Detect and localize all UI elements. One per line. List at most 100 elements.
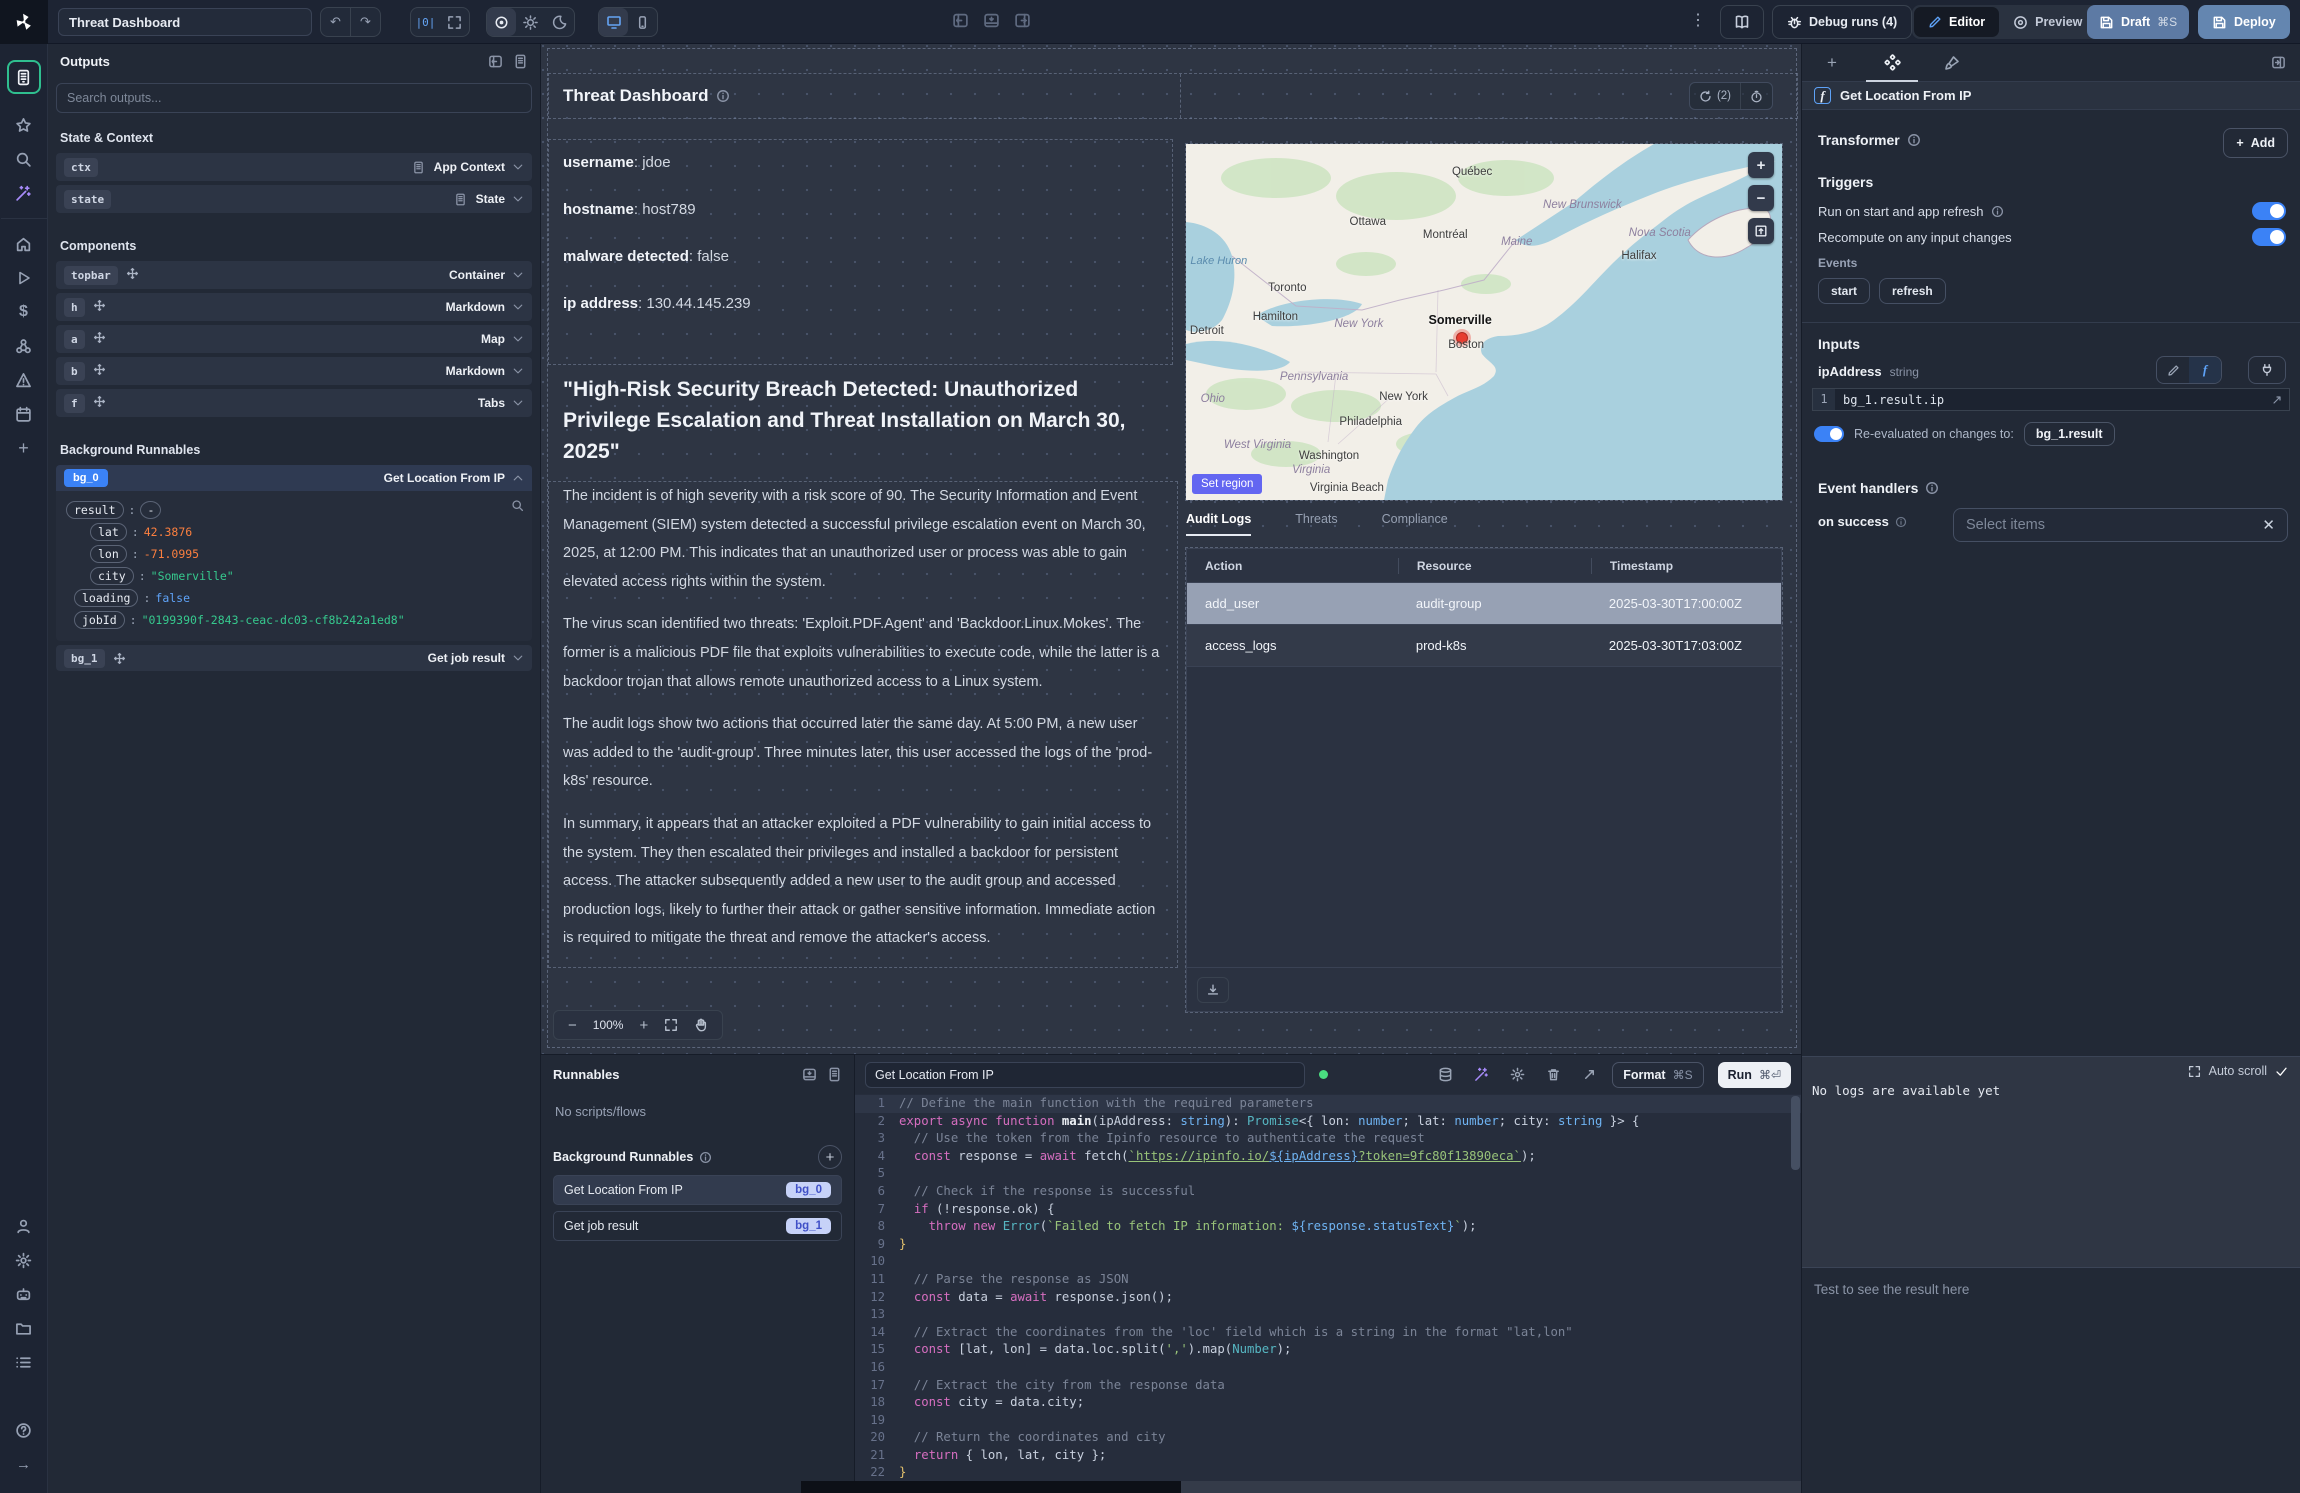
resources-icon[interactable] — [7, 329, 41, 363]
code-line-3[interactable]: 3 // Use the token from the Ipinfo resou… — [855, 1130, 1801, 1148]
collapse-node-button[interactable]: - — [140, 501, 161, 519]
runnable-item-bg_0[interactable]: Get Location From IPbg_0 — [553, 1175, 842, 1205]
pan-hand-icon[interactable] — [694, 1018, 708, 1032]
zoom-in-icon[interactable]: + — [639, 1017, 648, 1034]
draft-button[interactable]: Draft⌘S — [2087, 5, 2189, 39]
toggle-bottom-panel-icon[interactable] — [983, 12, 1000, 29]
list-icon[interactable] — [7, 1345, 41, 1379]
ai-gen-icon[interactable] — [1474, 1067, 1489, 1082]
bg1-output-row[interactable]: bg_1 Get job result — [56, 645, 532, 671]
runnable-name-input[interactable] — [865, 1062, 1305, 1088]
component-markdown-body[interactable]: The incident is of high severity with a … — [549, 482, 1177, 967]
code-line-13[interactable]: 13 — [855, 1306, 1801, 1324]
collapse-rail-icon[interactable]: → — [7, 1447, 41, 1481]
tab-preview[interactable]: Preview — [1999, 7, 2096, 37]
event-chip-start[interactable]: start — [1818, 278, 1870, 304]
calendar-icon[interactable] — [7, 397, 41, 431]
code-line-19[interactable]: 19 — [855, 1412, 1801, 1430]
search-icon[interactable] — [7, 142, 41, 176]
collapse-right-panel-icon[interactable] — [2271, 55, 2286, 70]
bg0-badge[interactable]: bg_0 — [64, 469, 108, 487]
mobile-view-icon[interactable] — [628, 8, 657, 36]
expand-canvas-icon[interactable] — [440, 8, 469, 36]
app-editor-icon[interactable] — [7, 60, 41, 94]
expand-expr-icon[interactable] — [2271, 394, 2283, 406]
horizontal-scrollbar[interactable] — [801, 1481, 1801, 1493]
runs-icon[interactable] — [7, 261, 41, 295]
component-markdown-headline[interactable]: "High-Risk Security Breach Detected: Una… — [549, 374, 1172, 467]
dock-bottom-icon[interactable] — [802, 1067, 817, 1082]
run-on-start-toggle[interactable] — [2252, 202, 2286, 220]
tab-insert[interactable]: + — [1802, 44, 1862, 81]
output-row-a[interactable]: aMap — [56, 325, 532, 353]
expand-logs-icon[interactable] — [2188, 1065, 2201, 1078]
tab-settings[interactable] — [1862, 44, 1922, 81]
map-zoom-in-button[interactable]: + — [1748, 152, 1774, 178]
add-runnable-button[interactable]: + — [818, 1145, 842, 1169]
code-line-14[interactable]: 14 // Extract the coordinates from the '… — [855, 1324, 1801, 1342]
code-line-20[interactable]: 20 // Return the coordinates and city — [855, 1429, 1801, 1447]
theme-auto-icon[interactable] — [487, 8, 516, 36]
code-line-12[interactable]: 12 const data = await response.json(); — [855, 1289, 1801, 1307]
undo-button[interactable]: ↶ — [321, 8, 350, 36]
debug-runs-button[interactable]: Debug runs (4) — [1772, 5, 1912, 39]
map-marker[interactable] — [1457, 333, 1468, 344]
expr-editor[interactable]: 1 bg_1.result.ip — [1812, 388, 2290, 411]
code-line-15[interactable]: 15 const [lat, lon] = data.loc.split(','… — [855, 1341, 1801, 1359]
component-map[interactable]: QuébecOttawaMontréalNew BrunswickMaineNo… — [1186, 144, 1782, 500]
reeval-toggle[interactable] — [1814, 426, 1844, 442]
output-row-topbar[interactable]: topbarContainer — [56, 261, 532, 289]
event-chip-refresh[interactable]: refresh — [1879, 278, 1946, 304]
json-row-loading[interactable]: loading:false — [74, 587, 522, 609]
desktop-view-icon[interactable] — [599, 8, 628, 36]
on-success-select[interactable]: Select items ✕ — [1953, 508, 2288, 542]
bg0-output-row[interactable]: bg_0 Get Location From IP — [56, 465, 532, 491]
tab-audit-logs[interactable]: Audit Logs — [1186, 512, 1251, 536]
theme-light-icon[interactable] — [516, 8, 545, 36]
dock-panel-icon[interactable] — [488, 54, 503, 69]
recompute-toggle[interactable] — [2252, 228, 2286, 246]
home-icon[interactable] — [7, 227, 41, 261]
static-mode-pencil-icon[interactable] — [2157, 357, 2189, 383]
ai-assistant-icon[interactable] — [7, 1277, 41, 1311]
map-zoom-out-button[interactable]: − — [1748, 185, 1774, 211]
help-icon[interactable] — [7, 1413, 41, 1447]
variables-icon[interactable]: $ — [7, 295, 41, 329]
tab-styling[interactable] — [1922, 44, 1982, 81]
col-timestamp[interactable]: Timestamp — [1591, 558, 1781, 574]
json-row-lat[interactable]: lat:42.3876 — [90, 521, 522, 543]
doc-icon[interactable] — [827, 1067, 842, 1082]
component-markdown-info[interactable]: username: jdoehostname: host789malware d… — [549, 140, 1172, 364]
search-outputs-input[interactable] — [56, 83, 532, 113]
clear-select-icon[interactable]: ✕ — [2262, 516, 2275, 534]
favorites-icon[interactable] — [7, 108, 41, 142]
refresh-button[interactable]: (2) — [1690, 83, 1740, 109]
reeval-target-chip[interactable]: bg_1.result — [2024, 422, 2115, 446]
database-icon[interactable] — [1438, 1067, 1453, 1082]
output-row-h[interactable]: hMarkdown — [56, 293, 532, 321]
selected-component-header[interactable]: f Get Location From IP — [1802, 82, 2300, 110]
fit-view-icon[interactable] — [664, 1018, 678, 1032]
settings-gear-icon[interactable] — [7, 1243, 41, 1277]
schedules-icon[interactable] — [7, 363, 41, 397]
script-settings-icon[interactable] — [1510, 1067, 1525, 1082]
code-line-5[interactable]: 5 — [855, 1165, 1801, 1183]
toggle-left-panel-icon[interactable] — [952, 12, 969, 29]
app-title-input[interactable] — [58, 8, 312, 36]
align-icon[interactable]: |0| — [411, 8, 440, 36]
expand-editor-icon[interactable] — [1582, 1067, 1597, 1082]
code-line-8[interactable]: 8 throw new Error(`Failed to fetch IP in… — [855, 1218, 1801, 1236]
code-line-22[interactable]: 22} — [855, 1464, 1801, 1482]
code-area[interactable]: 1// Define the main function with the re… — [855, 1094, 1801, 1482]
json-row-lon[interactable]: lon:-71.0995 — [90, 543, 522, 565]
eval-mode-function-icon[interactable]: f — [2189, 357, 2221, 383]
table-row[interactable]: add_useraudit-group2025-03-30T17:00:00Z — [1187, 583, 1781, 625]
code-line-6[interactable]: 6 // Check if the response is successful — [855, 1183, 1801, 1201]
toggle-right-panel-icon[interactable] — [1014, 12, 1031, 29]
more-menu-icon[interactable]: ⋮ — [1690, 10, 1707, 30]
code-vertical-scrollbar[interactable] — [1791, 1096, 1800, 1170]
ai-wand-icon[interactable] — [7, 176, 41, 210]
table-row[interactable]: access_logsprod-k8s2025-03-30T17:03:00Z — [1187, 625, 1781, 667]
col-action[interactable]: Action — [1187, 558, 1398, 574]
code-line-2[interactable]: 2export async function main(ipAddress: s… — [855, 1113, 1801, 1131]
